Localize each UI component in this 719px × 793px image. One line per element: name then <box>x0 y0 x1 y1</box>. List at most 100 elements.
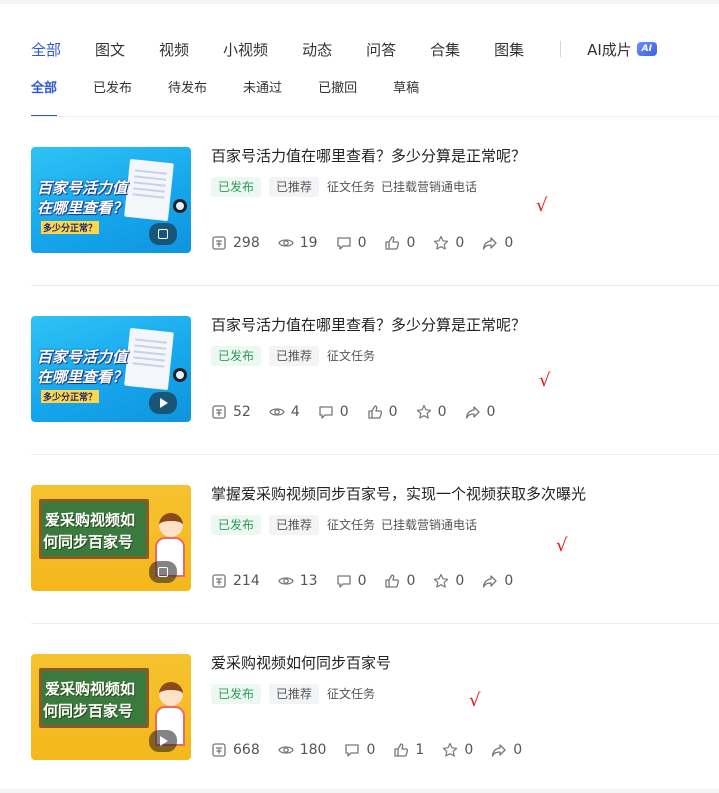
shares-value: 0 <box>486 404 496 420</box>
tab-video[interactable]: 视频 <box>159 39 189 60</box>
content-manage-page: 全部 图文 视频 小视频 动态 问答 合集 图集 AI成片 AI 全部 已发布 … <box>0 4 719 789</box>
eye-icon <box>278 573 294 589</box>
content-tags: 已发布 已推荐 征文任务 <box>211 346 381 366</box>
document-illustration <box>124 158 174 222</box>
thumbnail-text-line3: 多少分正常？ <box>41 221 100 234</box>
tab-divider <box>560 41 562 57</box>
subtab-published[interactable]: 已发布 <box>93 77 132 117</box>
thumbnail-text-line2: 在哪里查看？ <box>37 199 128 217</box>
ai-badge-icon: AI <box>636 42 657 56</box>
thumbs-up-icon <box>367 404 383 420</box>
subtab-pending[interactable]: 待发布 <box>168 77 207 117</box>
subtab-rejected[interactable]: 未通过 <box>243 77 282 117</box>
comments-stat: 0 <box>318 404 349 420</box>
content-title[interactable]: 掌握爱采购视频同步百家号，实现一个视频获取多次曝光 <box>211 483 586 504</box>
eye-icon <box>278 235 294 251</box>
content-item[interactable]: 百家号活力值 在哪里查看？ 多少分正常？ 百家号活力值在哪里查看？多少分算是正常… <box>31 117 719 286</box>
tab-gallery[interactable]: 图集 <box>494 39 524 60</box>
likes-value: 0 <box>406 573 416 589</box>
task-tag: 征文任务 <box>327 349 376 363</box>
thumbnail-text-line1: 爱采购视频如 <box>45 511 136 529</box>
tab-ai-video[interactable]: AI成片 AI <box>587 39 657 60</box>
views-value: 4 <box>290 404 300 420</box>
likes-stat: 1 <box>393 742 424 758</box>
task-tag: 征文任务 <box>327 518 376 532</box>
status-badge: 已发布 <box>211 177 262 197</box>
star-icon <box>416 404 432 420</box>
content-title[interactable]: 百家号活力值在哪里查看？多少分算是正常呢？ <box>211 145 526 166</box>
comments-value: 0 <box>357 573 367 589</box>
subtab-draft[interactable]: 草稿 <box>393 77 419 117</box>
thumbnail-text-line1: 百家号活力值 <box>37 348 128 366</box>
comments-value: 0 <box>366 742 376 758</box>
content-tags: 已发布 已推荐 征文任务 已挂载营销通电话 <box>211 177 483 197</box>
document-illustration <box>124 327 174 391</box>
favorites-value: 0 <box>455 573 465 589</box>
character-illustration <box>159 682 183 706</box>
content-thumbnail[interactable]: 百家号活力值 在哪里查看？ 多少分正常？ <box>31 147 191 253</box>
views-stat: 180 <box>278 742 327 758</box>
status-badge: 已发布 <box>211 515 262 535</box>
favorites-stat: 0 <box>433 573 464 589</box>
tab-collection[interactable]: 合集 <box>430 39 460 60</box>
income-value: 52 <box>233 404 251 420</box>
star-icon <box>442 742 458 758</box>
tab-short-video[interactable]: 小视频 <box>223 39 268 60</box>
thumbs-up-icon <box>393 742 409 758</box>
tab-article[interactable]: 图文 <box>95 39 125 60</box>
content-stats: 214 13 0 0 0 0 <box>211 573 531 589</box>
character-illustration <box>159 513 183 537</box>
shares-stat: 0 <box>465 404 496 420</box>
share-icon <box>465 404 481 420</box>
tab-dynamic[interactable]: 动态 <box>302 39 332 60</box>
recommend-badge: 已推荐 <box>269 515 320 535</box>
recommend-badge: 已推荐 <box>269 684 320 704</box>
shares-value: 0 <box>504 573 514 589</box>
views-stat: 19 <box>278 235 318 251</box>
task-tag: 征文任务 <box>327 687 376 701</box>
content-thumbnail[interactable]: 爱采购视频如 何同步百家号 <box>31 654 191 760</box>
income-value: 668 <box>233 742 260 758</box>
content-thumbnail[interactable]: 爱采购视频如 何同步百家号 <box>31 485 191 591</box>
share-icon <box>482 573 498 589</box>
marketing-tag: 已挂载营销通电话 <box>381 180 478 194</box>
play-icon[interactable] <box>149 392 177 414</box>
income-icon <box>211 404 227 420</box>
income-stat: 214 <box>211 573 260 589</box>
income-stat: 52 <box>211 404 251 420</box>
content-tags: 已发布 已推荐 征文任务 已挂载营销通电话 <box>211 515 483 535</box>
magnifier-icon <box>173 199 187 213</box>
thumbnail-text-line2: 何同步百家号 <box>43 702 134 720</box>
favorites-value: 0 <box>437 404 447 420</box>
eye-icon <box>269 404 285 420</box>
tab-ai-video-label: AI成片 <box>587 40 632 59</box>
views-value: 180 <box>299 742 327 758</box>
subtab-withdrawn[interactable]: 已撤回 <box>318 77 357 117</box>
subtab-all[interactable]: 全部 <box>31 77 58 117</box>
content-thumbnail[interactable]: 百家号活力值 在哪里查看？ 多少分正常？ <box>31 316 191 422</box>
comments-stat: 0 <box>344 742 375 758</box>
income-value: 298 <box>233 235 260 251</box>
tab-qa[interactable]: 问答 <box>366 39 396 60</box>
content-title[interactable]: 爱采购视频如何同步百家号 <box>211 652 391 673</box>
comments-value: 0 <box>339 404 349 420</box>
play-icon[interactable] <box>149 730 177 752</box>
content-item[interactable]: 爱采购视频如 何同步百家号 爱采购视频如何同步百家号 已发布 已推荐 征文任务 … <box>31 624 719 793</box>
thumbnail-text-line2: 在哪里查看？ <box>37 368 128 386</box>
status-badge: 已发布 <box>211 684 262 704</box>
content-item[interactable]: 百家号活力值 在哪里查看？ 多少分正常？ 百家号活力值在哪里查看？多少分算是正常… <box>31 286 719 455</box>
content-title[interactable]: 百家号活力值在哪里查看？多少分算是正常呢？ <box>211 314 526 335</box>
shares-stat: 0 <box>491 742 522 758</box>
tab-all[interactable]: 全部 <box>31 39 61 60</box>
likes-stat: 0 <box>384 235 415 251</box>
comment-icon <box>318 404 334 420</box>
status-tabs: 全部 已发布 待发布 未通过 已撤回 草稿 <box>31 77 455 117</box>
shares-stat: 0 <box>482 235 513 251</box>
income-icon <box>211 573 227 589</box>
content-item[interactable]: 爱采购视频如 何同步百家号 掌握爱采购视频同步百家号，实现一个视频获取多次曝光 … <box>31 455 719 624</box>
content-stats: 298 19 0 0 0 0 <box>211 235 531 251</box>
status-badge: 已发布 <box>211 346 262 366</box>
favorites-value: 0 <box>464 742 474 758</box>
income-stat: 668 <box>211 742 260 758</box>
checkmark-annotation: √ <box>536 195 548 216</box>
